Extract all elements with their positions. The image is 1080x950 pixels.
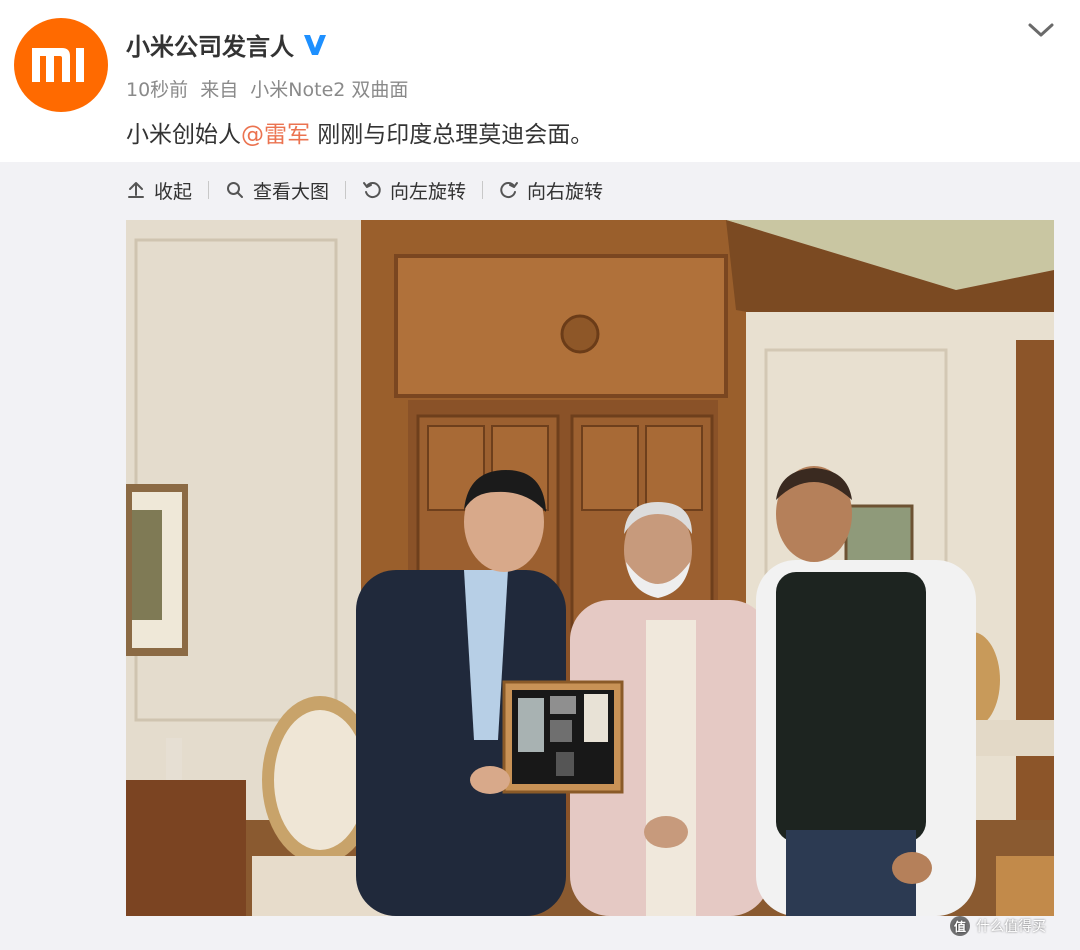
toolbar-divider bbox=[208, 181, 210, 199]
view-large-button[interactable]: 查看大图 bbox=[225, 177, 329, 204]
rotate-right-label: 向右旋转 bbox=[527, 180, 604, 203]
mi-logo-icon bbox=[32, 48, 84, 82]
magnifier-icon bbox=[227, 182, 244, 198]
rotate-right-icon bbox=[500, 182, 519, 199]
mention-link[interactable]: @雷军 bbox=[241, 122, 310, 148]
post-text-before: 小米创始人 bbox=[126, 122, 241, 148]
post-photo[interactable] bbox=[126, 220, 1054, 916]
post-time[interactable]: 10秒前 bbox=[126, 79, 188, 101]
watermark-text: 什么值得买 bbox=[976, 919, 1046, 935]
chevron-down-icon[interactable] bbox=[1026, 18, 1056, 42]
rotate-right-button[interactable]: 向右旋转 bbox=[499, 177, 603, 204]
image-toolbar: 收起 查看大图 向左旋转 向右旋转 bbox=[126, 176, 603, 204]
watermark: 值 什么值得买 bbox=[950, 916, 1046, 936]
source-device[interactable]: 小米Note2 双曲面 bbox=[250, 79, 408, 101]
weibo-post: 小米公司发言人 10秒前 来自 小米Note2 双曲面 小米创始人@雷军 刚刚与… bbox=[0, 0, 1080, 950]
toolbar-divider bbox=[345, 181, 347, 199]
media-card: 收起 查看大图 向左旋转 向右旋转 bbox=[0, 162, 1080, 950]
author-name-row: 小米公司发言人 bbox=[126, 27, 328, 62]
post-text: 小米创始人@雷军 刚刚与印度总理莫迪会面。 bbox=[126, 115, 593, 149]
post-meta: 10秒前 来自 小米Note2 双曲面 bbox=[126, 75, 414, 102]
source-prefix: 来自 bbox=[200, 79, 239, 101]
rotate-left-icon bbox=[363, 182, 381, 199]
toolbar-divider bbox=[482, 181, 484, 199]
collapse-label: 收起 bbox=[154, 180, 193, 203]
collapse-button[interactable]: 收起 bbox=[126, 177, 192, 204]
post-text-after: 刚刚与印度总理莫迪会面。 bbox=[310, 122, 594, 148]
watermark-logo-icon: 值 bbox=[950, 916, 970, 936]
verified-icon bbox=[304, 34, 326, 55]
avatar[interactable] bbox=[14, 18, 108, 112]
meeting-photo-illustration bbox=[126, 220, 1054, 916]
author-name[interactable]: 小米公司发言人 bbox=[126, 27, 294, 62]
view-large-label: 查看大图 bbox=[253, 180, 330, 203]
rotate-left-label: 向左旋转 bbox=[390, 180, 467, 203]
upload-arrow-icon bbox=[128, 182, 144, 198]
rotate-left-button[interactable]: 向左旋转 bbox=[362, 177, 466, 204]
